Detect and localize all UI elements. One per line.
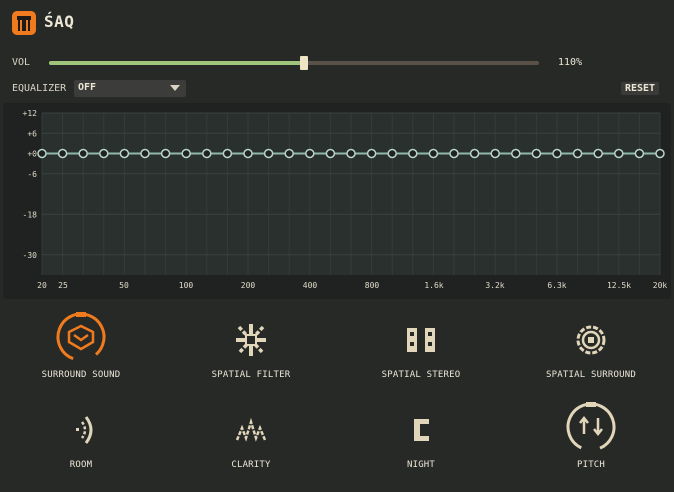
eq-band-handle[interactable] [346,148,356,159]
eq-band-handle[interactable] [202,148,212,159]
eq-band-handle[interactable] [511,148,521,159]
eq-x-tick-label: 12.5k [607,281,631,290]
eq-band-handle[interactable] [181,148,191,159]
eq-band-handle[interactable] [531,148,542,159]
app-logo [12,11,36,35]
eq-x-tick-label: 20k [653,281,668,290]
eq-x-tick-label: 100 [179,281,194,290]
equalizer-graph-svg: +12 +6 +0 -6 -18 -30 20 25 50 100 200 400 800 1.6k 3.2… [23,109,668,290]
eq-x-tick-label: 800 [365,281,380,290]
eq-band-handle[interactable] [614,148,624,159]
eq-band-handle[interactable] [78,148,88,159]
volume-value: 110% [558,57,583,68]
eq-band-handle[interactable] [305,148,315,159]
eq-y-tick-label: +0 [27,150,37,159]
volume-slider-fill [49,61,304,65]
equalizer-preset-select[interactable]: OFF [74,80,186,97]
eq-band-handle[interactable] [572,148,583,159]
spatial-filter-icon [171,318,331,366]
eq-band-handle[interactable] [284,148,294,159]
eq-band-handle[interactable] [449,148,459,159]
effect-surround-sound-button[interactable]: SURROUND SOUND [1,312,161,380]
effect-spatial-surround-button[interactable]: SPATIAL SURROUND [511,318,671,380]
effect-label: NIGHT [406,460,436,470]
equalizer-preset-value: OFF [78,82,97,93]
eq-x-tick-label: 400 [303,281,318,290]
eq-band-handle[interactable] [490,148,500,159]
effect-label: SPATIAL STEREO [381,370,461,380]
eq-band-handle[interactable] [366,148,377,159]
eq-y-tick-label: -30 [23,251,38,260]
eq-band-handle[interactable] [634,148,645,159]
eq-x-tick-label: 20 [37,281,47,290]
eq-x-tick-label: 1.6k [424,281,443,290]
eq-band-handle[interactable] [593,148,603,159]
eq-x-tick-label: 3.2k [485,281,504,290]
eq-x-tick-label: 200 [241,281,256,290]
effect-spatial-stereo-button[interactable]: SPATIAL STEREO [341,318,501,380]
eq-y-tick-label: -6 [27,170,37,179]
eq-band-handle[interactable] [222,148,233,159]
eq-band-handle[interactable] [99,148,109,159]
eq-band-handle[interactable] [387,148,397,159]
eq-y-tick-label: -18 [23,210,38,219]
effect-label: CLARITY [231,460,271,470]
effect-room-button[interactable]: ROOM [1,408,161,470]
eq-y-tick-label: +6 [27,129,37,138]
eq-band-handle[interactable] [469,148,480,159]
surround-sound-icon [1,312,161,366]
clarity-icon [171,408,331,456]
eq-band-handle[interactable] [655,148,665,159]
effect-night-button[interactable]: NIGHT [341,408,501,470]
volume-slider-thumb[interactable] [299,56,308,70]
eq-band-handle[interactable] [57,148,68,159]
eq-band-handle[interactable] [263,148,274,159]
pitch-icon [511,402,671,456]
spatial-surround-icon [511,318,671,366]
eq-x-tick-label: 50 [119,281,129,290]
equalizer-label: EQUALIZER [12,83,67,94]
night-icon [341,408,501,456]
eq-band-handle[interactable] [160,148,171,159]
eq-band-handle[interactable] [243,148,253,159]
effect-clarity-button[interactable]: CLARITY [171,408,331,470]
effect-label: SURROUND SOUND [41,370,121,380]
volume-label: VOL [12,57,31,68]
reset-button[interactable]: RESET [621,82,659,95]
spatial-stereo-icon [341,318,501,366]
eq-band-handle[interactable] [37,148,47,159]
effect-label: PITCH [576,460,606,470]
eq-band-handle[interactable] [140,148,150,159]
eq-band-handle[interactable] [408,148,418,159]
effect-label: ROOM [69,460,93,470]
eq-x-tick-label: 25 [58,281,68,290]
effect-pitch-button[interactable]: PITCH [511,402,671,470]
effect-label: SPATIAL FILTER [211,370,291,380]
chevron-down-icon [170,85,180,91]
eq-y-tick-label: +12 [23,109,38,118]
equalizer-graph: +12 +6 +0 -6 -18 -30 20 25 50 100 200 400 800 1.6k 3.2… [3,103,671,299]
eq-x-tick-label: 6.3k [547,281,566,290]
eq-band-handle[interactable] [325,148,336,159]
eq-band-handle[interactable] [428,148,439,159]
volume-slider[interactable] [49,56,539,70]
room-icon [1,408,161,456]
eq-band-handle[interactable] [119,148,130,159]
effect-spatial-filter-button[interactable]: SPATIAL FILTER [171,318,331,380]
t-logo-icon [17,16,31,31]
app-title: ŚAQ [44,12,75,31]
effect-label: SPATIAL SURROUND [546,370,636,380]
eq-band-handle[interactable] [552,148,562,159]
